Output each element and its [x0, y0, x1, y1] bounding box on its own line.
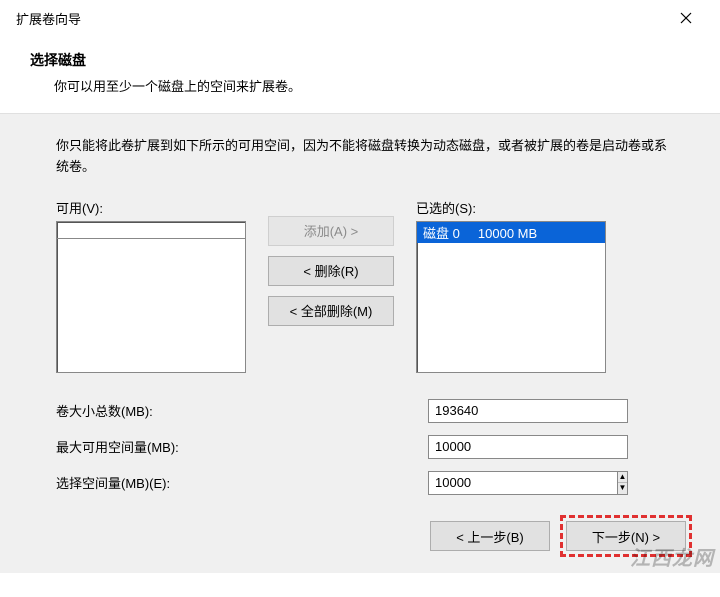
add-button[interactable]: 添加(A) > — [268, 216, 394, 246]
spin-down-button[interactable]: ▼ — [618, 483, 627, 494]
selected-column: 已选的(S): 磁盘 0 10000 MB — [416, 198, 606, 373]
wizard-footer: < 上一步(B) 下一步(N) > — [430, 515, 692, 557]
max-size-input — [428, 435, 628, 459]
page-heading: 选择磁盘 — [30, 50, 690, 70]
select-size-row: 选择空间量(MB)(E): ▲ ▼ — [56, 471, 672, 495]
max-size-row: 最大可用空间量(MB): — [56, 435, 672, 459]
header-area: 选择磁盘 你可以用至少一个磁盘上的空间来扩展卷。 — [0, 36, 720, 113]
select-size-label: 选择空间量(MB)(E): — [56, 473, 428, 492]
available-label: 可用(V): — [56, 198, 246, 217]
available-column: 可用(V): — [56, 198, 246, 373]
total-size-row: 卷大小总数(MB): — [56, 399, 672, 423]
wizard-window: 扩展卷向导 选择磁盘 你可以用至少一个磁盘上的空间来扩展卷。 你只能将此卷扩展到… — [0, 0, 720, 597]
available-listbox[interactable] — [56, 221, 246, 373]
spin-up-button[interactable]: ▲ — [618, 472, 627, 484]
list-item[interactable]: 磁盘 0 10000 MB — [417, 222, 605, 243]
transfer-buttons: 添加(A) > < 删除(R) < 全部删除(M) — [246, 198, 416, 326]
selected-label: 已选的(S): — [416, 198, 606, 217]
close-button[interactable] — [664, 3, 708, 33]
total-size-input — [428, 399, 628, 423]
remove-all-button[interactable]: < 全部删除(M) — [268, 296, 394, 326]
spinner-buttons: ▲ ▼ — [617, 471, 628, 495]
close-icon — [680, 12, 692, 24]
selected-listbox[interactable]: 磁盘 0 10000 MB — [416, 221, 606, 373]
content-panel: 你只能将此卷扩展到如下所示的可用空间，因为不能将磁盘转换为动态磁盘，或者被扩展的… — [0, 113, 720, 573]
select-size-input[interactable] — [428, 471, 617, 495]
remove-button[interactable]: < 删除(R) — [268, 256, 394, 286]
select-size-spinner: ▲ ▼ — [428, 471, 628, 495]
page-subheading: 你可以用至少一个磁盘上的空间来扩展卷。 — [30, 76, 690, 95]
next-button[interactable]: 下一步(N) > — [566, 521, 686, 551]
size-fields: 卷大小总数(MB): 最大可用空间量(MB): 选择空间量(MB)(E): ▲ … — [56, 399, 672, 495]
description-text: 你只能将此卷扩展到如下所示的可用空间，因为不能将磁盘转换为动态磁盘，或者被扩展的… — [56, 136, 672, 178]
back-button[interactable]: < 上一步(B) — [430, 521, 550, 551]
next-button-highlight: 下一步(N) > — [560, 515, 692, 557]
total-size-label: 卷大小总数(MB): — [56, 401, 428, 420]
titlebar: 扩展卷向导 — [0, 0, 720, 36]
window-title: 扩展卷向导 — [16, 9, 81, 28]
disk-lists-row: 可用(V): 添加(A) > < 删除(R) < 全部删除(M) 已选的(S):… — [56, 198, 672, 373]
max-size-label: 最大可用空间量(MB): — [56, 437, 428, 456]
